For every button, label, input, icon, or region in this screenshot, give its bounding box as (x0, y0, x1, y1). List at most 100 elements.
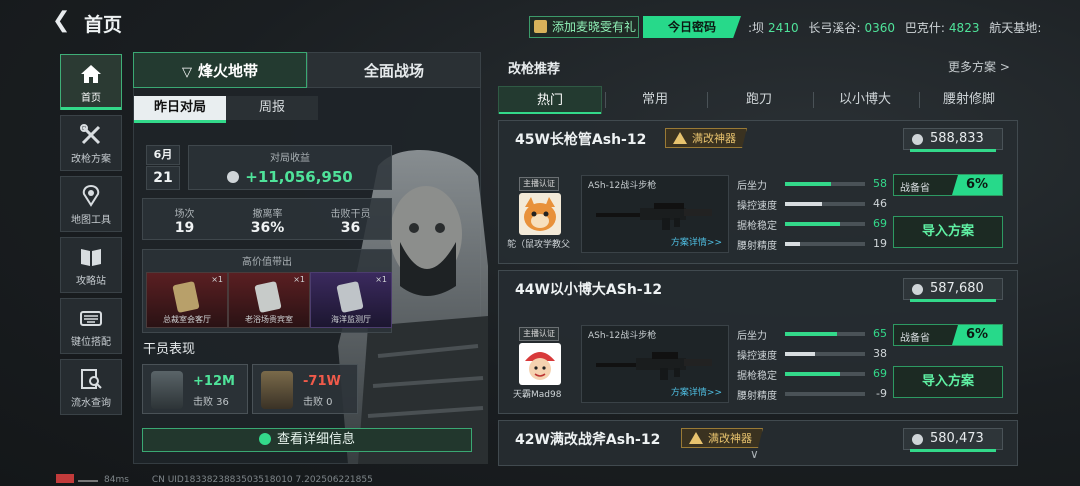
tab-small-big[interactable]: 以小博大 (813, 86, 917, 114)
income-value: +11,056,950 (245, 168, 353, 186)
home-icon (81, 65, 101, 83)
keyboard-icon (80, 311, 102, 326)
operator-card[interactable]: -71W 击败 0 (252, 364, 358, 414)
plan-title: 44W以小博大ASh-12 (515, 282, 663, 298)
import-plan-button[interactable]: 导入方案 (893, 216, 1003, 248)
combat-saving: 战备省 6% (893, 174, 1003, 196)
import-plan-button[interactable]: 导入方案 (893, 366, 1003, 398)
income-box: 对局收益 +11,056,950 (188, 145, 392, 190)
attr-label: 据枪稳定 (737, 221, 777, 232)
attr-bar (785, 202, 865, 206)
uid: CN UID1833823883503518010 7.202506221855 (151, 475, 373, 485)
recommend-title: 改枪推荐 (508, 62, 561, 77)
attr-bar (785, 372, 865, 376)
tab-yesterday[interactable]: 昨日对局 (134, 96, 226, 123)
operator-avatar (261, 371, 293, 409)
streamer-name: 天霸Mad98 (513, 390, 562, 400)
operator-amount: +12M (193, 374, 235, 389)
gun-preview[interactable]: ASh-12战斗步枪 方案详情>> (581, 175, 729, 253)
sidebar-item-label: 攻略站 (76, 276, 106, 287)
gun-preview[interactable]: ASh-12战斗步枪 方案详情>> (581, 325, 729, 403)
loot-item[interactable]: ×1 老浴场贵宾室 (228, 272, 310, 328)
tab-common[interactable]: 常用 (605, 86, 705, 114)
rifle-image (596, 352, 712, 380)
plan-details-link[interactable]: 方案详情>> (671, 235, 722, 248)
tab-hipfire[interactable]: 腰射修脚 (919, 86, 1019, 114)
tab-weekly[interactable]: 周报 (226, 96, 318, 120)
ticker-name: :坝 (748, 21, 765, 35)
scroll-down-icon[interactable]: ∨ (750, 448, 766, 460)
stat-value: 19 (174, 220, 195, 236)
wrench-gun-icon (80, 124, 101, 145)
loot-count: ×1 (211, 275, 223, 284)
gun-name: ASh-12战斗步枪 (588, 181, 657, 191)
operator-card[interactable]: +12M 击败 36 (142, 364, 248, 414)
attr-fill (785, 242, 801, 246)
anchor-badge: 主播认证 (519, 327, 559, 341)
gift-banner[interactable]: 添加麦晓雯有礼 (529, 16, 639, 38)
loot-item[interactable]: ×1 总裁室会客厅 (146, 272, 228, 328)
income-row: +11,056,950 (189, 167, 391, 186)
coin-icon (912, 134, 923, 145)
sidebar-item-label: 地图工具 (71, 215, 111, 226)
plan-details-link[interactable]: 方案详情>> (671, 385, 722, 398)
loot-item-image (254, 281, 282, 313)
page-title: 首页 (84, 14, 123, 36)
plan-title: 45W长枪管Ash-12 (515, 132, 647, 148)
stat-label: 击败干员 (330, 209, 371, 220)
ping: 84ms (104, 475, 129, 485)
loot-item-image (336, 281, 364, 313)
plan-price: 588,833 (903, 128, 1003, 152)
signal-icon (78, 474, 98, 482)
coin-icon (912, 434, 923, 445)
sidebar-item-map-tools[interactable]: 地图工具 (60, 176, 122, 232)
combat-saving: 战备省 6% (893, 324, 1003, 346)
tab-blackout-zone[interactable]: ▽ 烽火地带 (133, 52, 307, 88)
attr-fill (785, 182, 832, 186)
view-details-button[interactable]: 查看详细信息 (142, 428, 472, 452)
sidebar-item-guide[interactable]: 攻略站 (60, 237, 122, 293)
high-value-title: 高价值带出 (242, 257, 292, 268)
loot-count: ×1 (293, 275, 305, 284)
stat-kills: 击败干员 36 (309, 205, 392, 236)
attr-bar (785, 352, 865, 356)
gift-label: 添加麦晓雯有礼 (552, 20, 637, 34)
tab-run-knife[interactable]: 跑刀 (707, 86, 811, 114)
daily-code-tab[interactable]: 今日密码 (643, 16, 741, 38)
attr-bar (785, 182, 865, 186)
book-icon (81, 249, 101, 266)
loot-name: 老浴场贵宾室 (245, 315, 293, 324)
gun-name: ASh-12战斗步枪 (588, 331, 657, 341)
attr-hipfire: 腰射精度 19 (737, 237, 887, 252)
sidebar-item-gunsmith[interactable]: 改枪方案 (60, 115, 122, 171)
attr-stability: 据枪稳定 69 (737, 217, 887, 232)
loot-count: ×1 (375, 275, 387, 284)
loot-item[interactable]: ×1 海洋监测厅 (310, 272, 392, 328)
ticker-name: 航天基地 (989, 21, 1038, 35)
status-bar: 84ms CN UID1833823883503518010 7.2025062… (56, 474, 373, 485)
loot-name: 总裁室会客厅 (163, 315, 211, 324)
map-code-ticker: :坝 2410 长弓溪谷: 0360 巴克什: 4823 航天基地: (748, 21, 1042, 35)
operator-kills: 击败 0 (303, 397, 333, 408)
plan-price: 580,473 (903, 428, 1003, 452)
streamer-avatar (519, 343, 561, 385)
anchor-badge: 主播认证 (519, 177, 559, 191)
ticker-name: 长弓溪谷 (808, 21, 857, 35)
sidebar-item-records[interactable]: 流水查询 (60, 359, 122, 415)
attr-label: 操控速度 (737, 351, 777, 362)
back-arrow-icon[interactable]: ❮ (52, 10, 72, 32)
price-value: 580,473 (930, 431, 984, 446)
ticker-value: 4823 (948, 21, 980, 35)
weapon-plan-card[interactable]: 45W长枪管Ash-12 满改神器 588,833 主播认证 鸵（鼠攻学教父 A… (498, 120, 1018, 264)
sidebar-item-keybinds[interactable]: 键位搭配 (60, 298, 122, 354)
sidebar-item-home[interactable]: 首页 (60, 54, 122, 110)
search-record-icon (81, 369, 102, 389)
attr-value: 58 (873, 177, 887, 190)
more-plans-link[interactable]: 更多方案 > (948, 58, 1010, 75)
tab-full-battlefield[interactable]: 全面战场 (307, 52, 481, 88)
tab-hot[interactable]: 热门 (498, 86, 602, 114)
stat-value: 36% (250, 220, 285, 236)
details-icon (258, 433, 271, 445)
weapon-plan-card[interactable]: 44W以小博大ASh-12 587,680 主播认证 天霸Mad98 ASh-1… (498, 270, 1018, 414)
attr-fill (785, 332, 837, 336)
